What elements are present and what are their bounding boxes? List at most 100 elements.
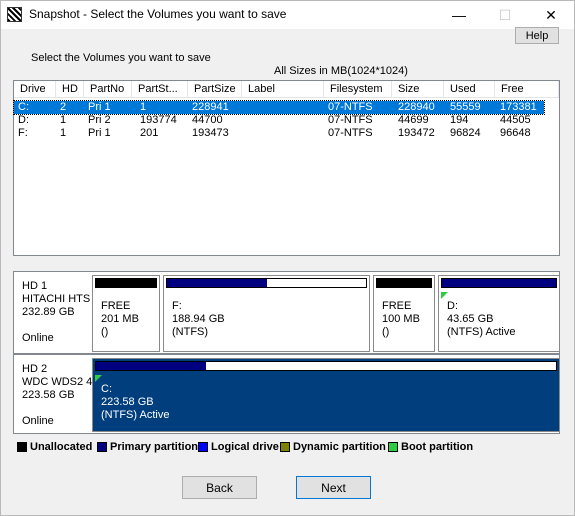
- usage-bar-fill: [96, 279, 156, 287]
- legend-label: Logical drive: [211, 441, 279, 453]
- partition-label-line: D:: [447, 300, 458, 312]
- close-button[interactable]: ✕: [528, 1, 574, 29]
- legend-item: Unallocated: [17, 441, 92, 453]
- volumes-list[interactable]: Drive HD PartNo PartSt... PartSize Label Files…: [13, 80, 560, 256]
- column-header[interactable]: Drive: [14, 81, 56, 98]
- column-header[interactable]: Size: [392, 81, 444, 98]
- partition-label-line: (NTFS) Active: [447, 326, 516, 338]
- boot-flag-icon: [441, 292, 448, 299]
- disk-info-line: [22, 402, 92, 415]
- column-header[interactable]: Label: [242, 81, 324, 98]
- partition-block[interactable]: FREE 100 MB(): [373, 275, 435, 352]
- usage-bar: [441, 278, 557, 288]
- boot-flag-icon: [95, 375, 102, 382]
- disk-info: HD 1 HITACHI HTS 232.89 GB Online: [14, 272, 92, 353]
- partition-label: FREE 201 MB(): [101, 300, 139, 339]
- cell-free: 44505: [500, 114, 531, 126]
- cell-hd: 1: [60, 127, 67, 139]
- cell-drive: F:: [18, 127, 28, 139]
- partition-label-line: (): [101, 326, 109, 338]
- title-bar[interactable]: Snapshot - Select the Volumes you want t…: [1, 1, 574, 29]
- back-button[interactable]: Back: [182, 476, 257, 499]
- partition-label-line: 223.58 GB: [101, 396, 154, 408]
- partition-label-line: F:: [172, 300, 182, 312]
- cell-partsize: 44700: [192, 114, 223, 126]
- cell-drive: C:: [18, 101, 29, 113]
- partition-label: F: 188.94 GB (NTFS): [172, 300, 225, 339]
- legend-swatch: [280, 442, 290, 452]
- cell-free: 96648: [500, 127, 531, 139]
- disk-info-line: HITACHI HTS: [22, 293, 91, 305]
- select-volumes-label: Select the Volumes you want to save: [31, 52, 211, 64]
- snapshot-window: Snapshot - Select the Volumes you want t…: [0, 0, 575, 516]
- usage-bar-fill: [377, 279, 431, 287]
- legend-item: Boot partition: [388, 441, 473, 453]
- cell-partsize: 193473: [192, 127, 229, 139]
- partition-block[interactable]: FREE 201 MB(): [92, 275, 160, 352]
- list-header: Drive HD PartNo PartSt... PartSize Label Files…: [14, 81, 559, 98]
- partition-block[interactable]: F: 188.94 GB (NTFS): [163, 275, 370, 352]
- column-header[interactable]: Used: [444, 81, 495, 98]
- volume-row[interactable]: C: 2 Pri 1 1 228941 07-NTFS 228940 55559 173381: [13, 100, 545, 115]
- column-header[interactable]: Filesystem: [324, 81, 392, 98]
- cell-used: 55559: [450, 101, 481, 113]
- usage-bar: [166, 278, 367, 288]
- disk-info: HD 2 WDC WDS2 4 223.58 GB Online: [14, 355, 92, 433]
- cell-filesystem: 07-NTFS: [328, 101, 373, 113]
- partition-label-line: 201 MB: [101, 313, 139, 325]
- cell-partst: 193774: [140, 114, 177, 126]
- column-header[interactable]: HD: [56, 81, 84, 98]
- column-header[interactable]: PartSize: [188, 81, 242, 98]
- usage-bar-fill: [167, 279, 267, 287]
- usage-bar: [95, 278, 157, 288]
- volume-row[interactable]: F: 1 Pri 1 201 193473 07-NTFS 193472 96824 96648: [14, 127, 544, 140]
- disk-info-line: 232.89 GB: [22, 306, 75, 318]
- column-header[interactable]: PartSt...: [132, 81, 188, 98]
- cell-hd: 1: [60, 114, 67, 126]
- legend-label: Dynamic partition: [293, 441, 386, 453]
- column-header[interactable]: Free: [495, 81, 559, 98]
- partition-label-line: FREE: [382, 300, 412, 312]
- disk-info-line: Online: [22, 332, 54, 344]
- partition-block[interactable]: D: 43.65 GB (NTFS) Active: [438, 275, 560, 352]
- disk-info-line: WDC WDS2 4: [22, 376, 92, 388]
- partition-label-line: 100 MB: [382, 313, 420, 325]
- cell-partno: Pri 1: [88, 127, 111, 139]
- cell-hd: 2: [60, 101, 67, 113]
- cell-size: 193472: [398, 127, 435, 139]
- partition-label-line: (): [382, 326, 390, 338]
- partition-label-line: FREE: [101, 300, 131, 312]
- partition-label-line: 188.94 GB: [172, 313, 225, 325]
- minimize-button[interactable]: —: [436, 1, 482, 29]
- column-header[interactable]: PartNo: [84, 81, 132, 98]
- legend-swatch: [198, 442, 208, 452]
- partition-label: D: 43.65 GB (NTFS) Active: [447, 300, 515, 339]
- partition-label-line: C:: [101, 383, 112, 395]
- volume-row[interactable]: D: 1 Pri 2 193774 44700 07-NTFS 44699 194 44505: [14, 114, 544, 127]
- partition-block[interactable]: C: 223.58 GB (NTFS) Active: [92, 358, 560, 432]
- cell-used: 194: [450, 114, 469, 126]
- cell-partno: Pri 1: [88, 101, 111, 113]
- cell-used: 96824: [450, 127, 481, 139]
- legend-label: Unallocated: [30, 441, 93, 453]
- cell-partno: Pri 2: [88, 114, 111, 126]
- cell-partsize: 228941: [192, 101, 229, 113]
- partition-label-line: (NTFS) Active: [101, 409, 170, 421]
- usage-bar: [95, 361, 557, 371]
- maximize-button: ☐: [498, 6, 512, 23]
- partition-label-line: (NTFS): [172, 326, 209, 338]
- disk-info-line: 223.58 GB: [22, 389, 75, 401]
- partition-label-line: 43.65 GB: [447, 313, 494, 325]
- legend-label: Primary partition: [110, 441, 199, 453]
- disk-panel: HD 2 WDC WDS2 4 223.58 GB Online C: 223.58 GB…: [13, 354, 560, 434]
- partition-label: C: 223.58 GB (NTFS) Active: [101, 383, 169, 422]
- usage-bar-fill: [96, 362, 207, 370]
- disk-info-line: Online: [22, 415, 54, 427]
- legend-label: Boot partition: [401, 441, 474, 453]
- cell-size: 44699: [398, 114, 429, 126]
- app-icon: [7, 7, 22, 22]
- window-title: Snapshot - Select the Volumes you want t…: [29, 7, 287, 21]
- cell-free: 173381: [500, 101, 537, 113]
- next-button[interactable]: Next: [296, 476, 371, 499]
- help-button[interactable]: Help: [515, 27, 559, 44]
